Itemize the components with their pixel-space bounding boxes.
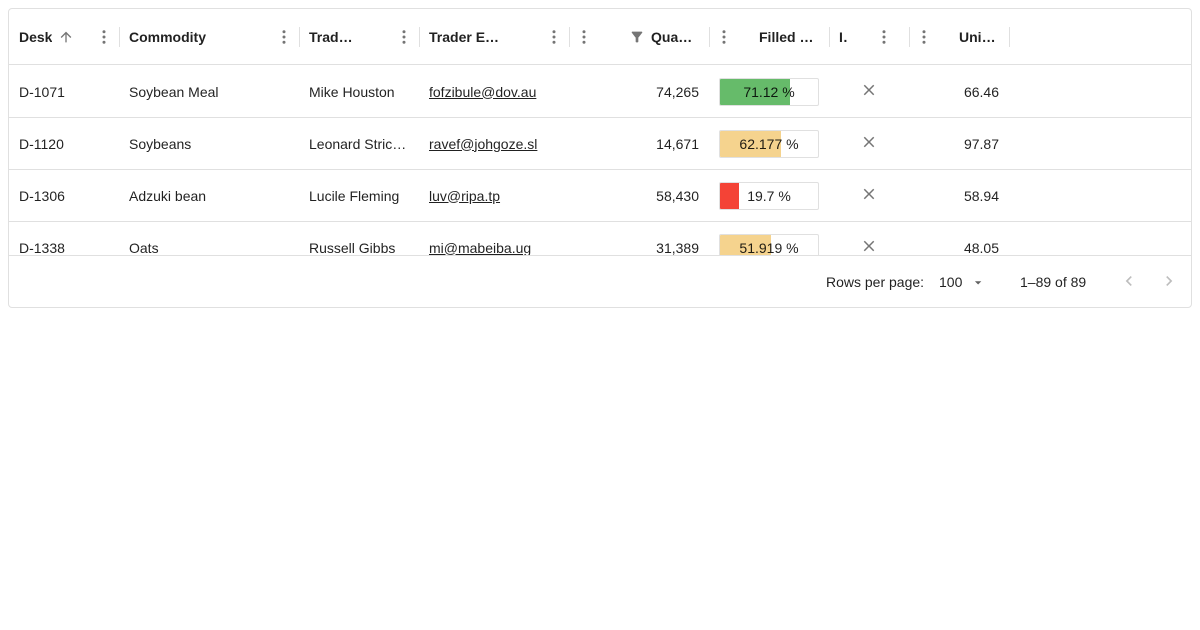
trader-name-cell[interactable]: Russell Gibbs bbox=[299, 222, 419, 256]
column-header-label: Trader Name bbox=[309, 29, 359, 45]
progress-value: 62.177 % bbox=[739, 135, 799, 152]
trader-email-link[interactable]: mi@mabeiba.ug bbox=[429, 240, 531, 256]
column-menu-icon[interactable] bbox=[274, 27, 294, 47]
rows-per-page-label: Rows per page: bbox=[826, 274, 925, 290]
trader-email-cell[interactable]: fofzibule@dov.au bbox=[419, 66, 569, 117]
column-menu-icon[interactable] bbox=[544, 27, 564, 47]
trader-name-cell[interactable]: Lucile Fleming bbox=[299, 170, 419, 221]
is-filled-cell[interactable] bbox=[829, 170, 909, 221]
filled-progress-bar: 71.12 % bbox=[719, 77, 819, 106]
column-header-unit-price[interactable]: Unit Price bbox=[949, 9, 1009, 65]
trader-email-cell[interactable]: luv@ripa.tp bbox=[419, 170, 569, 221]
trader-email-link[interactable]: ravef@johgoze.sl bbox=[429, 136, 537, 152]
filled-progress-bar: 19.7 % bbox=[719, 181, 819, 210]
progress-value: 71.12 % bbox=[743, 83, 795, 100]
next-page-button[interactable] bbox=[1155, 268, 1183, 296]
sort-ascending-icon[interactable] bbox=[58, 29, 74, 45]
commodity-cell[interactable]: Oats bbox=[119, 222, 299, 256]
column-header-label: Trader Email bbox=[429, 29, 509, 45]
column-separator[interactable] bbox=[1009, 27, 1011, 47]
arrow-drop-down-icon bbox=[971, 276, 985, 293]
chevron-left-icon bbox=[1119, 271, 1139, 294]
previous-page-button[interactable] bbox=[1115, 268, 1143, 296]
filled-progress-bar: 62.177 % bbox=[719, 129, 819, 158]
column-header-label: Filled Quantity bbox=[759, 29, 819, 45]
commodity-cell[interactable]: Soybeans bbox=[119, 118, 299, 169]
pagination-range: 1–89 of 89 bbox=[1020, 274, 1087, 290]
filled-quantity-cell[interactable]: 62.177 % bbox=[709, 118, 829, 169]
column-header-label: Quantity bbox=[651, 29, 699, 45]
commodity-cell[interactable]: Adzuki bean bbox=[119, 170, 299, 221]
column-menu-icon[interactable] bbox=[914, 27, 934, 47]
trader-name-cell[interactable]: Leonard Strickland bbox=[299, 118, 419, 169]
table-row[interactable]: D-1071 Soybean Meal Mike Houston fofzibu… bbox=[9, 66, 1191, 118]
trader-email-cell[interactable]: mi@mabeiba.ug bbox=[419, 222, 569, 256]
column-menu-icon[interactable] bbox=[394, 27, 414, 47]
rows-per-page-select[interactable]: 100 bbox=[931, 270, 991, 294]
trader-name-cell[interactable]: Mike Houston bbox=[299, 66, 419, 117]
close-icon bbox=[860, 237, 878, 255]
progress-value: 51.919 % bbox=[739, 239, 799, 256]
close-icon bbox=[860, 185, 878, 206]
column-header-commodity[interactable]: Commodity bbox=[119, 9, 269, 65]
unit-price-cell[interactable]: 48.05 bbox=[909, 222, 1009, 256]
close-icon bbox=[860, 133, 878, 154]
grid-footer: Rows per page: 100 1–89 of 89 bbox=[9, 255, 1191, 307]
column-separator[interactable] bbox=[709, 27, 711, 47]
unit-price-cell[interactable]: 58.94 bbox=[909, 170, 1009, 221]
progress-value: 19.7 % bbox=[747, 187, 791, 204]
filled-progress-bar: 51.919 % bbox=[719, 233, 819, 256]
filled-quantity-cell[interactable]: 19.7 % bbox=[709, 170, 829, 221]
column-header-label: Desk bbox=[19, 29, 53, 45]
column-menu-icon[interactable] bbox=[874, 27, 894, 47]
is-filled-cell[interactable] bbox=[829, 118, 909, 169]
trader-email-link[interactable]: fofzibule@dov.au bbox=[429, 84, 536, 100]
rows-per-page-value: 100 bbox=[939, 274, 963, 290]
quantity-cell[interactable]: 74,265 bbox=[609, 66, 709, 117]
commodity-cell[interactable]: Soybean Meal bbox=[119, 66, 299, 117]
column-menu-icon[interactable] bbox=[574, 27, 594, 47]
quantity-cell[interactable]: 14,671 bbox=[609, 118, 709, 169]
desk-cell[interactable]: D-1338 bbox=[9, 222, 119, 256]
desk-cell[interactable]: D-1120 bbox=[9, 118, 119, 169]
column-menu-icon[interactable] bbox=[94, 27, 114, 47]
column-headers: Desk Commodity Trader Name Trader Email bbox=[9, 9, 1191, 65]
column-header-label: Unit Price bbox=[959, 29, 999, 45]
is-filled-cell[interactable] bbox=[829, 66, 909, 117]
column-header-trader-email[interactable]: Trader Email bbox=[419, 9, 519, 65]
filled-quantity-cell[interactable]: 51.919 % bbox=[709, 222, 829, 255]
quantity-cell[interactable]: 31,389 bbox=[609, 222, 709, 256]
is-filled-cell[interactable] bbox=[829, 222, 909, 255]
column-header-quantity[interactable]: Quantity bbox=[619, 9, 709, 65]
column-menu-icon[interactable] bbox=[714, 27, 734, 47]
desk-cell[interactable]: D-1306 bbox=[9, 170, 119, 221]
column-header-is-filled[interactable]: Is Filled bbox=[829, 9, 857, 65]
filter-icon[interactable] bbox=[629, 29, 645, 45]
grid-body[interactable]: D-1071 Soybean Meal Mike Houston fofzibu… bbox=[9, 66, 1191, 255]
table-row[interactable]: D-1306 Adzuki bean Lucile Fleming luv@ri… bbox=[9, 170, 1191, 222]
data-grid: Desk Commodity Trader Name Trader Email bbox=[8, 8, 1192, 308]
close-icon bbox=[860, 81, 878, 102]
trader-email-link[interactable]: luv@ripa.tp bbox=[429, 188, 500, 204]
column-header-trader-name[interactable]: Trader Name bbox=[299, 9, 369, 65]
unit-price-cell[interactable]: 66.46 bbox=[909, 66, 1009, 117]
table-row[interactable]: D-1338 Oats Russell Gibbs mi@mabeiba.ug … bbox=[9, 222, 1191, 255]
quantity-cell[interactable]: 58,430 bbox=[609, 170, 709, 221]
chevron-right-icon bbox=[1159, 271, 1179, 294]
filled-quantity-cell[interactable]: 71.12 % bbox=[709, 66, 829, 117]
column-header-label: Commodity bbox=[129, 29, 206, 45]
table-row[interactable]: D-1120 Soybeans Leonard Strickland ravef… bbox=[9, 118, 1191, 170]
trader-email-cell[interactable]: ravef@johgoze.sl bbox=[419, 118, 569, 169]
column-header-label: Is Filled bbox=[839, 29, 847, 45]
column-header-filled-quantity[interactable]: Filled Quantity bbox=[749, 9, 829, 65]
unit-price-cell[interactable]: 97.87 bbox=[909, 118, 1009, 169]
desk-cell[interactable]: D-1071 bbox=[9, 66, 119, 117]
